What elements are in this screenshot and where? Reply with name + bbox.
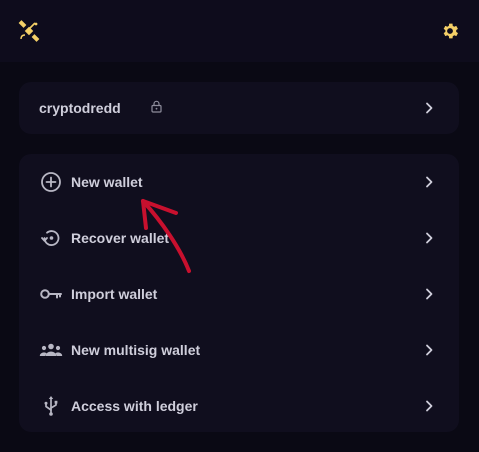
menu-item-label: Recover wallet <box>71 230 170 246</box>
menu-item-label: New multisig wallet <box>71 342 201 358</box>
chevron-right-icon <box>426 400 433 412</box>
chevron-right-icon <box>426 232 433 244</box>
wallet-app: cryptodredd New wallet Recover wallet Im… <box>0 0 479 452</box>
account-row[interactable]: cryptodredd <box>19 84 459 132</box>
gear-icon[interactable] <box>440 21 460 41</box>
menu-item-label: Import wallet <box>71 286 158 302</box>
chevron-right-icon <box>426 344 433 356</box>
chevron-right-icon <box>426 288 433 300</box>
menu-item-import-wallet[interactable]: Import wallet <box>19 270 459 318</box>
menu-item-new-wallet[interactable]: New wallet <box>19 158 459 206</box>
key-icon <box>40 289 62 299</box>
wallet-options-card: New wallet Recover wallet Import wallet <box>19 154 459 432</box>
menu-item-recover-wallet[interactable]: Recover wallet <box>19 214 459 262</box>
restore-icon <box>41 230 60 246</box>
account-name: cryptodredd <box>39 100 121 116</box>
satellite-icon[interactable] <box>17 19 41 43</box>
usb-icon <box>44 396 58 416</box>
group-icon <box>39 343 63 356</box>
menu-item-label: New wallet <box>71 174 143 190</box>
chevron-right-icon <box>426 102 433 114</box>
chevron-right-icon <box>426 176 433 188</box>
lock-icon <box>151 100 162 113</box>
menu-item-access-with-ledger[interactable]: Access with ledger <box>19 382 459 430</box>
menu-item-new-multisig-wallet[interactable]: New multisig wallet <box>19 326 459 374</box>
account-card: cryptodredd <box>19 82 459 134</box>
top-bar <box>0 0 479 62</box>
plus-circle-icon <box>41 172 61 192</box>
menu-item-label: Access with ledger <box>71 398 198 414</box>
